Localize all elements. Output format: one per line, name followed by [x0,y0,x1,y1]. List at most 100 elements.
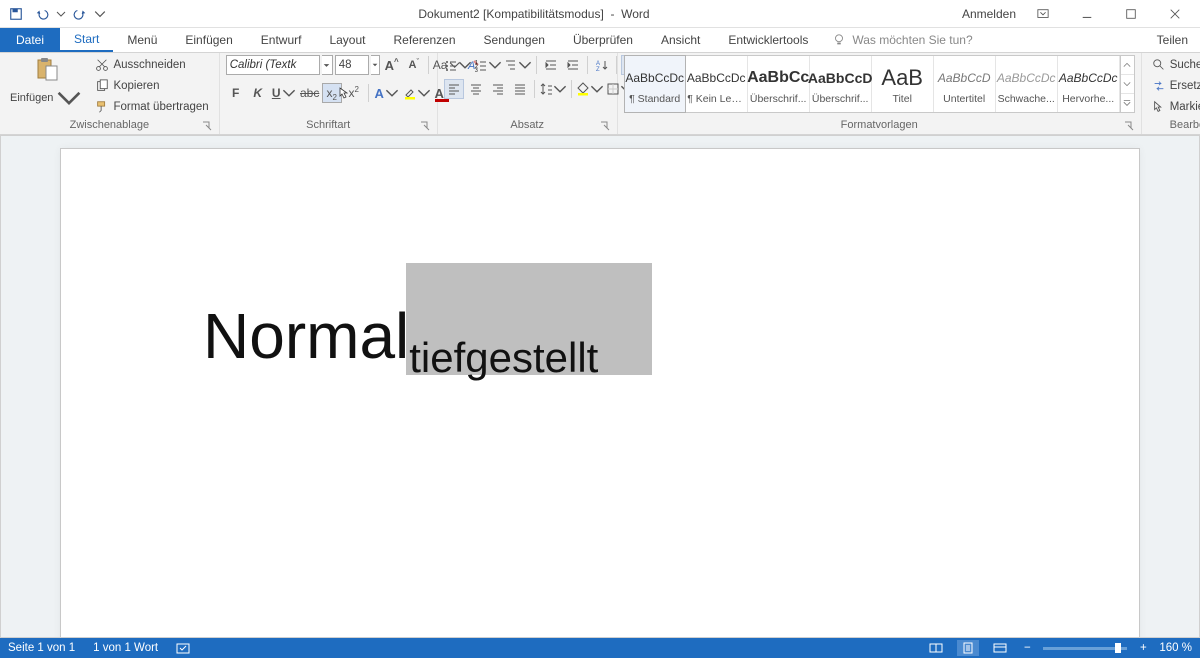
copy-button[interactable]: Kopieren [91,76,212,96]
cut-label: Ausschneiden [113,59,185,71]
app-name: Word [621,7,649,21]
cut-button[interactable]: Ausschneiden [91,55,212,75]
line-spacing-button[interactable] [539,79,567,99]
spellcheck-icon[interactable] [176,641,190,655]
shrink-font-button[interactable]: Aˇ [404,55,424,75]
ribbon-display-icon[interactable] [1026,2,1060,26]
tab-review[interactable]: Überprüfen [559,28,647,52]
document-page[interactable]: Normal tiefgestellt ¶ [60,148,1140,638]
font-launcher-icon[interactable] [419,120,431,132]
superscript-button[interactable]: x2 [344,83,364,103]
styles-launcher-icon[interactable] [1123,120,1135,132]
replace-icon [1152,79,1166,93]
paragraph-launcher-icon[interactable] [599,120,611,132]
read-mode-icon[interactable] [925,640,947,656]
print-layout-icon[interactable] [957,640,979,656]
font-name-dropdown[interactable] [322,55,333,75]
gallery-more-icon[interactable] [1121,94,1134,112]
style-no-spacing[interactable]: AaBbCcDc¶ Kein Lee... [686,56,748,112]
bullets-button[interactable] [444,55,472,75]
paste-button[interactable]: Einfügen [6,55,87,113]
tab-references[interactable]: Referenzen [379,28,469,52]
subscript-button[interactable]: x2 [322,83,342,103]
increase-indent-button[interactable] [563,55,583,75]
ribbon-tabs: Datei Start Menü Einfügen Entwurf Layout… [0,28,1200,53]
shading-button[interactable] [576,79,604,99]
tab-file[interactable]: Datei [0,28,60,52]
font-name-input[interactable]: Calibri (Textk [226,55,320,75]
font-size-input[interactable]: 48 [335,55,369,75]
tab-start[interactable]: Start [60,28,113,52]
scissors-icon [95,58,109,72]
style-emphasis[interactable]: AaBbCcDcHervorhe... [1058,56,1120,112]
minimize-icon[interactable] [1070,2,1104,26]
undo-dropdown-icon[interactable] [56,2,66,26]
document-content[interactable]: Normal tiefgestellt ¶ [203,299,627,382]
status-page[interactable]: Seite 1 von 1 [8,642,75,654]
group-paragraph: 123 AZ ¶ Absatz [438,53,618,134]
gallery-down-icon[interactable] [1121,75,1134,94]
select-button[interactable]: Markieren [1148,97,1200,117]
text-effects-button[interactable]: A [373,83,401,103]
zoom-out-button[interactable]: − [1021,642,1033,654]
paste-icon [33,57,61,83]
underline-button[interactable]: U [270,83,298,103]
format-painter-button[interactable]: Format übertragen [91,97,212,117]
share-button[interactable]: Teilen [1145,28,1200,52]
status-bar: Seite 1 von 1 1 von 1 Wort − + 160 % [0,638,1200,658]
style-subtitle[interactable]: AaBbCcDUntertitel [934,56,996,112]
grow-font-button[interactable]: A^ [382,55,402,75]
italic-button[interactable]: K [248,83,268,103]
gallery-scroll[interactable] [1120,56,1134,112]
align-left-button[interactable] [444,79,464,99]
find-button[interactable]: Suchen [1148,55,1200,75]
multilevel-list-button[interactable] [504,55,532,75]
gallery-up-icon[interactable] [1121,56,1134,75]
sort-button[interactable]: AZ [592,55,612,75]
lightbulb-icon [832,33,846,47]
sign-in-link[interactable]: Anmelden [962,7,1016,21]
web-layout-icon[interactable] [989,640,1011,656]
align-center-button[interactable] [466,79,486,99]
font-size-dropdown[interactable] [371,55,380,75]
strikethrough-button[interactable]: abc [300,83,320,103]
tab-developer[interactable]: Entwicklertools [714,28,822,52]
save-icon[interactable] [4,2,28,26]
zoom-level[interactable]: 160 % [1159,642,1192,654]
qat-customize-icon[interactable] [94,2,106,26]
tab-menu[interactable]: Menü [113,28,171,52]
tab-design[interactable]: Entwurf [247,28,316,52]
decrease-indent-button[interactable] [541,55,561,75]
style-title[interactable]: AaBTitel [872,56,934,112]
styles-gallery[interactable]: AaBbCcDc¶ Standard AaBbCcDc¶ Kein Lee...… [624,55,1135,113]
undo-icon[interactable] [30,2,54,26]
font-group-label: Schriftart [306,119,350,131]
numbering-button[interactable]: 123 [474,55,502,75]
tab-view[interactable]: Ansicht [647,28,714,52]
style-heading1[interactable]: AaBbCcÜberschrif... [748,56,810,112]
maximize-icon[interactable] [1114,2,1148,26]
tell-me-search[interactable]: Was möchten Sie tun? [822,28,982,52]
bold-button[interactable]: F [226,83,246,103]
redo-icon[interactable] [68,2,92,26]
tab-insert[interactable]: Einfügen [171,28,246,52]
tab-layout[interactable]: Layout [315,28,379,52]
replace-button[interactable]: Ersetzen [1148,76,1200,96]
justify-button[interactable] [510,79,530,99]
workspace: Normal tiefgestellt ¶ [0,135,1200,638]
zoom-thumb[interactable] [1115,643,1121,653]
style-heading2[interactable]: AaBbCcDÜberschrif... [810,56,872,112]
paste-label: Einfügen [10,92,53,104]
status-words[interactable]: 1 von 1 Wort [93,642,158,654]
zoom-in-button[interactable]: + [1137,642,1149,654]
align-right-button[interactable] [488,79,508,99]
style-subtle-emphasis[interactable]: AaBbCcDcSchwache... [996,56,1058,112]
zoom-slider[interactable] [1043,647,1127,650]
style-standard[interactable]: AaBbCcDc¶ Standard [624,55,686,113]
clipboard-launcher-icon[interactable] [201,120,213,132]
group-styles: AaBbCcDc¶ Standard AaBbCcDc¶ Kein Lee...… [618,53,1142,134]
tab-mailings[interactable]: Sendungen [470,28,559,52]
close-icon[interactable] [1158,2,1192,26]
group-editing: Suchen Ersetzen Markieren Bearbeiten [1142,53,1200,134]
highlight-button[interactable] [403,83,431,103]
